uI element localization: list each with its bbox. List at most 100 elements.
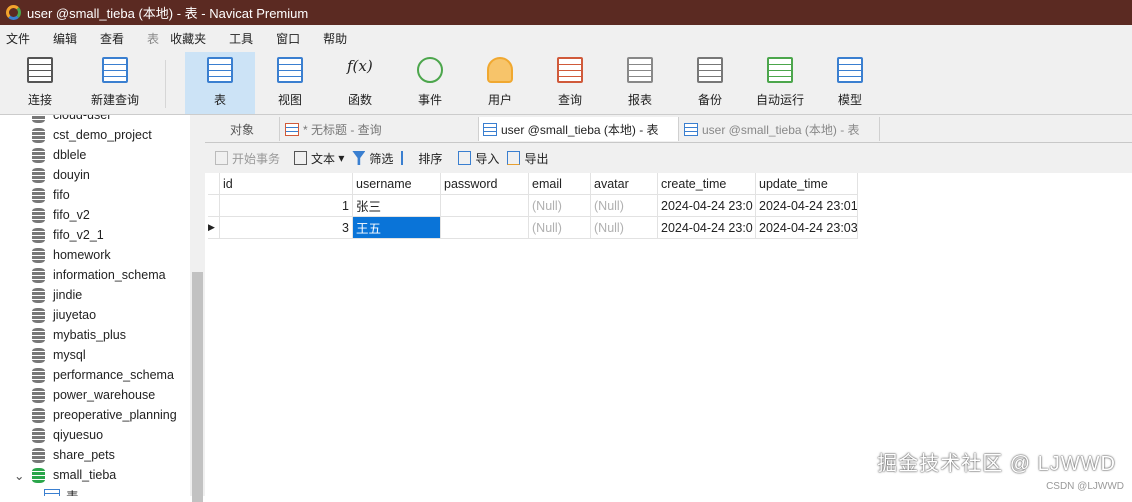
database-item[interactable]: dblele bbox=[0, 145, 190, 165]
toolbar-label: 报表 bbox=[627, 93, 652, 107]
menu-favorites[interactable]: 收藏夹 bbox=[170, 30, 206, 47]
database-item[interactable]: qiyuesuo bbox=[0, 425, 190, 445]
column-header-id[interactable]: id bbox=[220, 173, 353, 195]
cell-create_time[interactable]: 2024-04-24 23:0 bbox=[658, 217, 756, 239]
toolbar-new-query-button[interactable]: 新建查询 bbox=[80, 52, 150, 114]
table-toolbar: 开始事务 文本 ▾ 筛选 排序 导入 导出 bbox=[205, 143, 1132, 173]
text-button[interactable]: 文本 ▾ bbox=[294, 150, 344, 167]
cell-email[interactable]: (Null) bbox=[529, 217, 591, 239]
database-item[interactable]: information_schema bbox=[0, 265, 190, 285]
tab-untitled-query[interactable]: * 无标题 - 查询 bbox=[281, 117, 479, 141]
database-item[interactable]: fifo_v2_1 bbox=[0, 225, 190, 245]
database-item[interactable]: power_warehouse bbox=[0, 385, 190, 405]
cell-create_time[interactable]: 2024-04-24 23:0 bbox=[658, 195, 756, 217]
sidebar-scrollbar[interactable] bbox=[190, 115, 205, 502]
cell-update_time[interactable]: 2024-04-24 23:03 bbox=[756, 217, 858, 239]
database-icon bbox=[32, 447, 45, 463]
database-icon bbox=[32, 167, 45, 183]
database-item[interactable]: fifo bbox=[0, 185, 190, 205]
column-header-username[interactable]: username bbox=[353, 173, 441, 195]
toolbar-label: 自动运行 bbox=[755, 93, 804, 107]
label: 开始事务 bbox=[232, 151, 281, 166]
sort-button[interactable]: 排序 bbox=[401, 150, 442, 167]
user-icon bbox=[487, 57, 513, 83]
database-item[interactable]: fifo_v2 bbox=[0, 205, 190, 225]
menu-edit[interactable]: 编辑 bbox=[53, 30, 77, 47]
tables-node[interactable]: ⌄表 bbox=[0, 485, 190, 496]
report-icon bbox=[627, 57, 653, 83]
toolbar-report-button[interactable]: 报表 bbox=[605, 52, 675, 114]
table-row[interactable]: 1 张三 (Null) (Null) 2024-04-24 23:0 2024-04-24… bbox=[208, 195, 858, 217]
database-item[interactable]: homework bbox=[0, 245, 190, 265]
tab-bar: 对象 * 无标题 - 查询 user @small_tieba (本地) - 表… bbox=[205, 115, 1132, 143]
document-icon bbox=[294, 151, 308, 165]
menu-table[interactable]: 表 bbox=[147, 30, 159, 47]
cell-password[interactable] bbox=[441, 217, 529, 239]
database-icon bbox=[32, 115, 45, 123]
export-button[interactable]: 导出 bbox=[507, 150, 548, 167]
scrollbar-thumb[interactable] bbox=[192, 272, 203, 502]
database-item[interactable]: preoperative_planning bbox=[0, 405, 190, 425]
database-name: jiuyetao bbox=[53, 308, 97, 322]
database-item[interactable]: mysql bbox=[0, 345, 190, 365]
row-selector[interactable] bbox=[208, 173, 220, 195]
new-query-icon bbox=[102, 57, 128, 83]
tab-objects[interactable]: 对象 bbox=[205, 117, 280, 141]
toolbar-view-button[interactable]: 视图 bbox=[255, 52, 325, 114]
database-item[interactable]: share_pets bbox=[0, 445, 190, 465]
database-name: homework bbox=[53, 248, 111, 262]
database-item[interactable]: mybatis_plus bbox=[0, 325, 190, 345]
toolbar-event-button[interactable]: 事件 bbox=[395, 52, 465, 114]
cell-username[interactable]: 王五 bbox=[353, 217, 441, 239]
database-item[interactable]: cloud-user bbox=[0, 115, 190, 125]
database-item[interactable]: jindie bbox=[0, 285, 190, 305]
cell-id[interactable]: 3 bbox=[220, 217, 353, 239]
column-header-update_time[interactable]: update_time bbox=[756, 173, 858, 195]
chevron-down-icon[interactable]: ⌄ bbox=[14, 468, 32, 483]
database-item[interactable]: cst_demo_project bbox=[0, 125, 190, 145]
chevron-down-icon[interactable]: ⌄ bbox=[30, 488, 44, 497]
begin-transaction-button[interactable]: 开始事务 bbox=[215, 150, 280, 167]
cell-id[interactable]: 1 bbox=[220, 195, 353, 217]
database-item[interactable]: jiuyetao bbox=[0, 305, 190, 325]
table-icon bbox=[207, 57, 233, 83]
menu-tools[interactable]: 工具 bbox=[229, 30, 253, 47]
cell-email[interactable]: (Null) bbox=[529, 195, 591, 217]
current-row-indicator[interactable]: ▶ bbox=[208, 217, 220, 239]
column-header-password[interactable]: password bbox=[441, 173, 529, 195]
toolbar-query-button[interactable]: 查询 bbox=[535, 52, 605, 114]
toolbar-function-button[interactable]: f(x) 函数 bbox=[325, 52, 395, 114]
menu-help[interactable]: 帮助 bbox=[323, 30, 347, 47]
toolbar-table-button[interactable]: 表 bbox=[185, 52, 255, 114]
toolbar-label: 新建查询 bbox=[90, 93, 139, 107]
filter-button[interactable]: 筛选 bbox=[352, 150, 393, 167]
column-header-create_time[interactable]: create_time bbox=[658, 173, 756, 195]
database-name: power_warehouse bbox=[53, 388, 156, 402]
cell-username[interactable]: 张三 bbox=[353, 195, 441, 217]
database-item[interactable]: douyin bbox=[0, 165, 190, 185]
toolbar-backup-button[interactable]: 备份 bbox=[675, 52, 745, 114]
column-header-avatar[interactable]: avatar bbox=[591, 173, 658, 195]
menu-view[interactable]: 查看 bbox=[100, 30, 124, 47]
menu-file[interactable]: 文件 bbox=[6, 30, 30, 47]
toolbar-connect-button[interactable]: 连接 bbox=[5, 52, 75, 114]
database-name: cst_demo_project bbox=[53, 128, 152, 142]
database-item[interactable]: performance_schema bbox=[0, 365, 190, 385]
toolbar-user-button[interactable]: 用户 bbox=[465, 52, 535, 114]
menu-window[interactable]: 窗口 bbox=[276, 30, 300, 47]
cell-password[interactable] bbox=[441, 195, 529, 217]
row-selector[interactable] bbox=[208, 195, 220, 217]
database-name: mybatis_plus bbox=[53, 328, 126, 342]
import-button[interactable]: 导入 bbox=[458, 150, 499, 167]
tables-label: 表 bbox=[66, 486, 79, 497]
tab-user-table-design[interactable]: user @small_tieba (本地) - 表 bbox=[680, 117, 880, 141]
cell-avatar[interactable]: (Null) bbox=[591, 195, 658, 217]
toolbar-automation-button[interactable]: 自动运行 bbox=[745, 52, 815, 114]
column-header-email[interactable]: email bbox=[529, 173, 591, 195]
cell-update_time[interactable]: 2024-04-24 23:01 bbox=[756, 195, 858, 217]
table-row[interactable]: ▶ 3 王五 (Null) (Null) 2024-04-24 23:0 2024-04-2… bbox=[208, 217, 858, 239]
cell-avatar[interactable]: (Null) bbox=[591, 217, 658, 239]
database-item[interactable]: ⌄ small_tieba bbox=[0, 465, 190, 485]
tab-user-table-active[interactable]: user @small_tieba (本地) - 表 bbox=[479, 117, 679, 141]
toolbar-model-button[interactable]: 模型 bbox=[815, 52, 885, 114]
